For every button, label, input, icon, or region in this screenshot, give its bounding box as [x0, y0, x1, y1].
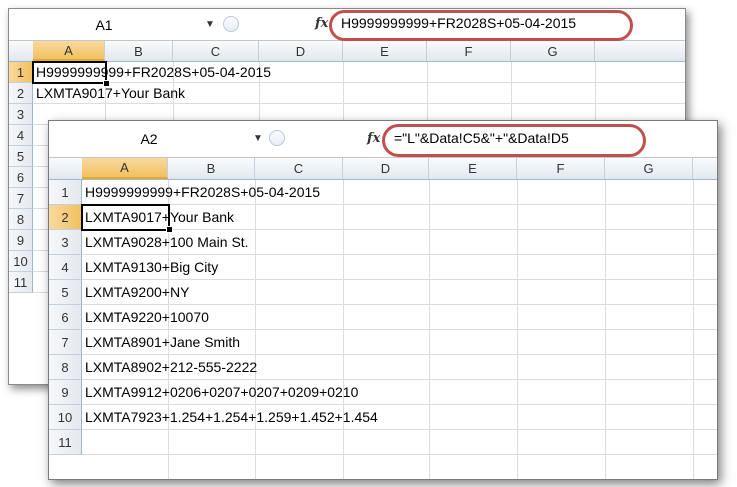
- column-header-a[interactable]: A: [82, 158, 168, 179]
- table-row: H9999999999+FR2028S+05-04-2015: [82, 180, 717, 205]
- insert-function-icon[interactable]: fx: [367, 131, 380, 146]
- row-header[interactable]: 2: [9, 83, 33, 104]
- cell-grid[interactable]: H9999999999+FR2028S+05-04-2015 LXMTA9017…: [81, 180, 717, 479]
- highlight-oval: [382, 124, 646, 157]
- column-header-g[interactable]: G: [605, 158, 693, 179]
- cell-a4[interactable]: LXMTA9130+Big City: [85, 259, 218, 275]
- select-all-corner[interactable]: [49, 158, 83, 179]
- cell-a7[interactable]: LXMTA8901+Jane Smith: [85, 334, 240, 350]
- column-header-b[interactable]: B: [168, 158, 255, 179]
- cancel-icon[interactable]: [269, 130, 285, 146]
- table-row: LXMTA9200+NY: [82, 280, 717, 305]
- column-headers: A B C D E F G: [9, 41, 685, 62]
- table-row: LXMTA9912+0206+0207+0207+0209+0210: [82, 380, 717, 405]
- table-row: LXMTA9130+Big City: [82, 255, 717, 280]
- row-header[interactable]: 11: [9, 272, 33, 293]
- table-row: LXMTA7923+1.254+1.254+1.259+1.452+1.454: [82, 405, 717, 430]
- column-header-a[interactable]: A: [33, 41, 105, 61]
- fill-handle[interactable]: [166, 226, 173, 233]
- row-header[interactable]: 9: [9, 230, 33, 251]
- row-header[interactable]: 11: [49, 430, 82, 455]
- row-header[interactable]: 6: [9, 167, 33, 188]
- row-header[interactable]: 8: [9, 209, 33, 230]
- column-headers: A B C D E F G: [49, 158, 717, 180]
- column-header-d[interactable]: D: [343, 158, 429, 179]
- table-row: H9999999999+FR2028S+05-04-2015: [33, 62, 685, 83]
- column-header-d[interactable]: D: [259, 41, 343, 61]
- row-header[interactable]: 6: [49, 305, 82, 330]
- front-spreadsheet-window: A2 ▼ fx ="L"&Data!C5&"+"&Data!D5 A B C D…: [48, 120, 718, 480]
- row-header[interactable]: 1: [49, 180, 82, 205]
- cancel-icon[interactable]: [223, 16, 239, 32]
- cell-a1[interactable]: H9999999999+FR2028S+05-04-2015: [85, 184, 320, 200]
- table-row: [82, 430, 717, 455]
- table-row: LXMTA9017+Your Bank: [82, 205, 717, 230]
- name-box[interactable]: A1: [9, 9, 199, 40]
- cell-a9[interactable]: LXMTA9912+0206+0207+0207+0209+0210: [85, 384, 358, 400]
- cell-a6[interactable]: LXMTA9220+10070: [85, 309, 209, 325]
- active-cell-border: [81, 204, 170, 231]
- select-all-corner[interactable]: [9, 41, 34, 61]
- column-header-f[interactable]: F: [427, 41, 511, 61]
- row-header[interactable]: 8: [49, 355, 82, 380]
- row-header[interactable]: 3: [49, 230, 82, 255]
- table-row: LXMTA9028+100 Main St.: [82, 230, 717, 255]
- column-header-f[interactable]: F: [517, 158, 605, 179]
- row-header[interactable]: 3: [9, 104, 33, 125]
- cell-a10[interactable]: LXMTA7923+1.254+1.254+1.259+1.452+1.454: [85, 409, 378, 425]
- chevron-down-icon[interactable]: ▼: [205, 19, 215, 30]
- row-header[interactable]: 7: [49, 330, 82, 355]
- row-header[interactable]: 4: [49, 255, 82, 280]
- fill-handle[interactable]: [103, 80, 110, 87]
- table-row: LXMTA9220+10070: [82, 305, 717, 330]
- column-header-g[interactable]: G: [511, 41, 595, 61]
- table-row: LXMTA8902+212-555-2222: [82, 355, 717, 380]
- insert-function-icon[interactable]: fx: [315, 16, 328, 31]
- row-header[interactable]: 10: [49, 405, 82, 430]
- cell-a3[interactable]: LXMTA9028+100 Main St.: [85, 234, 249, 250]
- table-row: LXMTA9017+Your Bank: [33, 83, 685, 104]
- table-row: LXMTA8901+Jane Smith: [82, 330, 717, 355]
- cell-a5[interactable]: LXMTA9200+NY: [85, 284, 189, 300]
- row-header[interactable]: 9: [49, 380, 82, 405]
- row-header[interactable]: 2: [49, 205, 82, 230]
- active-cell-border: [32, 61, 107, 84]
- row-header[interactable]: 7: [9, 188, 33, 209]
- column-header-e[interactable]: E: [429, 158, 517, 179]
- highlight-oval: [329, 10, 633, 41]
- column-header-e[interactable]: E: [343, 41, 427, 61]
- row-header[interactable]: 1: [9, 62, 33, 83]
- column-header-b[interactable]: B: [105, 41, 173, 61]
- column-header-c[interactable]: C: [173, 41, 259, 61]
- name-box[interactable]: A2: [49, 121, 249, 157]
- row-header[interactable]: 4: [9, 125, 33, 146]
- cell-a8[interactable]: LXMTA8902+212-555-2222: [85, 359, 257, 375]
- cell-a2[interactable]: LXMTA9017+Your Bank: [36, 85, 185, 101]
- row-header[interactable]: 5: [49, 280, 82, 305]
- chevron-down-icon[interactable]: ▼: [253, 133, 263, 144]
- row-header[interactable]: 10: [9, 251, 33, 272]
- row-header[interactable]: 5: [9, 146, 33, 167]
- column-header-c[interactable]: C: [255, 158, 343, 179]
